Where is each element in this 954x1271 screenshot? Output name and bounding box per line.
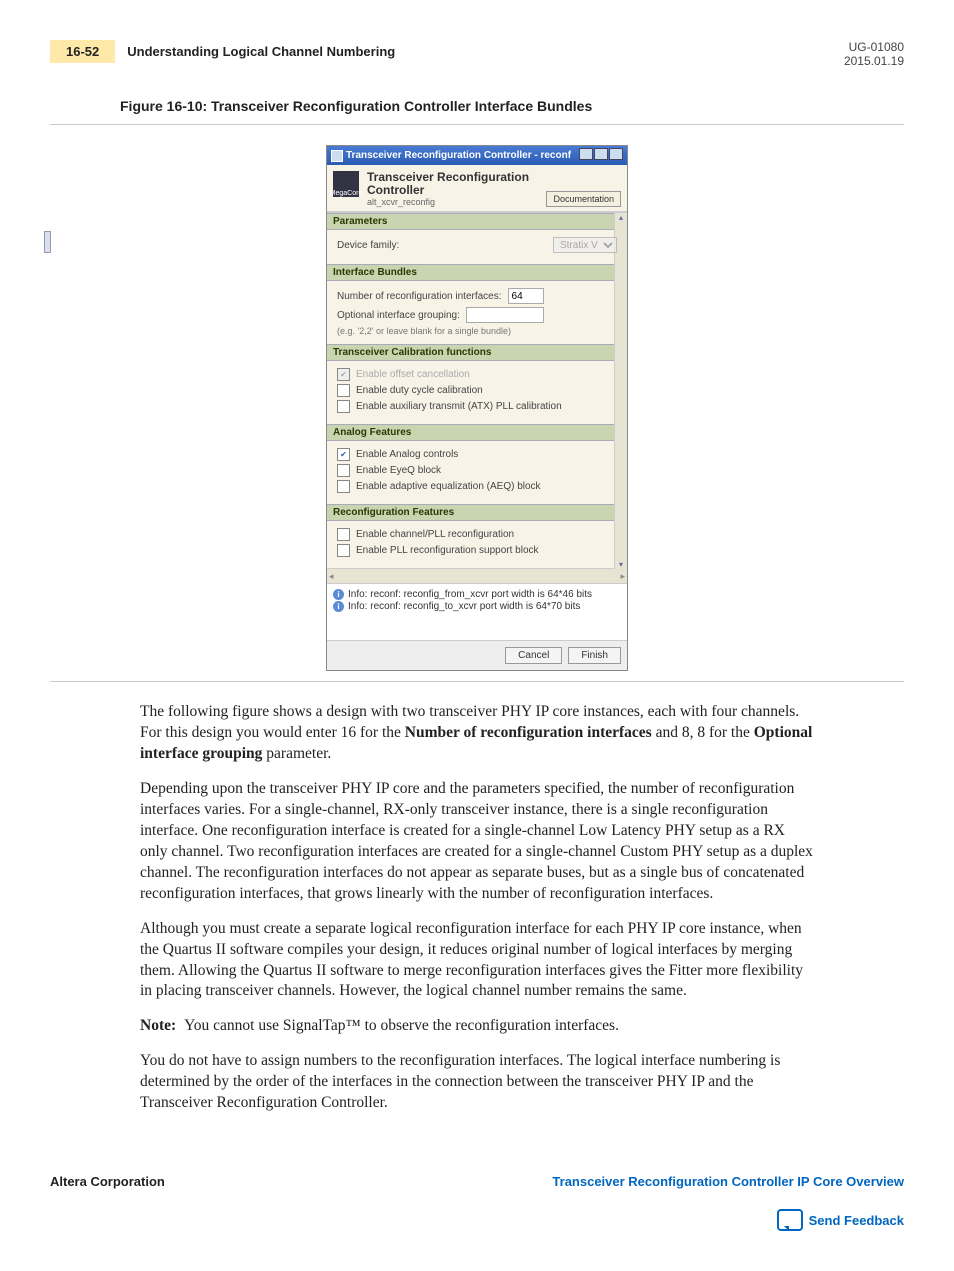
dropdown-icon[interactable]	[331, 150, 343, 162]
figure-caption: Figure 16-10: Transceiver Reconfiguratio…	[120, 98, 904, 114]
doc-id: UG-01080	[844, 40, 904, 54]
atx-pll-checkbox[interactable]	[337, 400, 350, 413]
group-header-analog: Analog Features	[327, 424, 627, 441]
separator	[50, 124, 904, 125]
maximize-icon[interactable]	[594, 148, 608, 160]
doc-date: 2015.01.19	[844, 54, 904, 68]
duty-cycle-label: Enable duty cycle calibration	[356, 385, 483, 396]
feedback-icon	[777, 1209, 803, 1231]
aeq-checkbox[interactable]	[337, 480, 350, 493]
collapse-handle-icon	[44, 231, 51, 253]
scroll-up-icon[interactable]: ▴	[619, 213, 623, 222]
group-header-interface-bundles: Interface Bundles	[327, 264, 627, 281]
text-run: parameter.	[262, 745, 331, 762]
duty-cycle-checkbox[interactable]	[337, 384, 350, 397]
paragraph-5: You do not have to assign numbers to the…	[140, 1051, 814, 1114]
info-line-1: Info: reconf: reconfig_from_xcvr port wi…	[348, 589, 592, 600]
atx-pll-label: Enable auxiliary transmit (ATX) PLL cali…	[356, 401, 562, 412]
num-reconfig-if-label: Number of reconfiguration interfaces:	[337, 291, 502, 302]
scroll-left-icon[interactable]: ◂	[329, 571, 334, 582]
text-run: and 8, 8 for the	[652, 724, 754, 741]
cancel-button[interactable]: Cancel	[505, 647, 562, 664]
aeq-label: Enable adaptive equalization (AEQ) block	[356, 481, 541, 492]
device-family-select[interactable]: Stratix V	[553, 237, 617, 253]
page-header: 16-52 Understanding Logical Channel Numb…	[50, 40, 904, 68]
offset-cancel-checkbox	[337, 368, 350, 381]
footer-chapter-link[interactable]: Transceiver Reconfiguration Controller I…	[552, 1174, 904, 1189]
section-title: Understanding Logical Channel Numbering	[127, 44, 395, 59]
bold-term: Number of reconfiguration interfaces	[405, 724, 652, 741]
note-label: Note:	[140, 1016, 176, 1037]
paragraph-3: Although you must create a separate logi…	[140, 919, 814, 1003]
info-panel: i Info: reconf: reconfig_from_xcvr port w…	[327, 583, 627, 640]
dialog-title-text: Transceiver Reconfiguration Controller -…	[346, 150, 571, 161]
megacore-logo-icon: MegaCore	[333, 171, 359, 197]
note-paragraph: Note: You cannot use SignalTap™ to obser…	[140, 1016, 814, 1037]
eyeq-checkbox[interactable]	[337, 464, 350, 477]
analog-controls-checkbox[interactable]	[337, 448, 350, 461]
grouping-hint: (e.g. '2,2' or leave blank for a single …	[337, 326, 617, 336]
minimize-icon[interactable]	[579, 148, 593, 160]
pll-support-checkbox[interactable]	[337, 544, 350, 557]
body-text: The following figure shows a design with…	[140, 702, 814, 1114]
feedback-label: Send Feedback	[809, 1213, 904, 1228]
send-feedback-link[interactable]: Send Feedback	[50, 1209, 904, 1231]
group-header-reconfig: Reconfiguration Features	[327, 504, 627, 521]
page-footer: Altera Corporation Transceiver Reconfigu…	[50, 1174, 904, 1189]
product-title: Transceiver Reconfiguration Controller	[367, 171, 538, 197]
offset-cancel-label: Enable offset cancellation	[356, 369, 470, 380]
eyeq-label: Enable EyeQ block	[356, 465, 441, 476]
page-number: 16-52	[50, 40, 115, 63]
footer-company: Altera Corporation	[50, 1174, 165, 1189]
paragraph-2: Depending upon the transceiver PHY IP co…	[140, 779, 814, 905]
optional-grouping-input[interactable]	[466, 307, 544, 323]
optional-grouping-label: Optional interface grouping:	[337, 310, 460, 321]
separator	[50, 681, 904, 682]
dialog-figure: Transceiver Reconfiguration Controller -…	[326, 145, 628, 671]
documentation-button[interactable]: Documentation	[546, 191, 621, 207]
scroll-down-icon[interactable]: ▾	[619, 560, 623, 569]
info-icon: i	[333, 589, 344, 600]
window-controls[interactable]	[578, 148, 623, 163]
num-reconfig-if-input[interactable]	[508, 288, 544, 304]
channel-pll-label: Enable channel/PLL reconfiguration	[356, 529, 514, 540]
paragraph-1: The following figure shows a design with…	[140, 702, 814, 765]
info-line-2: Info: reconf: reconfig_to_xcvr port widt…	[348, 601, 580, 612]
info-icon: i	[333, 601, 344, 612]
finish-button[interactable]: Finish	[568, 647, 621, 664]
horizontal-scrollbar[interactable]: ◂▸	[327, 568, 627, 583]
group-header-parameters: Parameters	[327, 213, 627, 230]
scroll-right-icon[interactable]: ▸	[620, 571, 625, 582]
close-icon[interactable]	[609, 148, 623, 160]
group-header-calibration: Transceiver Calibration functions	[327, 344, 627, 361]
dialog-titlebar: Transceiver Reconfiguration Controller -…	[327, 146, 627, 165]
pll-support-label: Enable PLL reconfiguration support block	[356, 545, 539, 556]
channel-pll-checkbox[interactable]	[337, 528, 350, 541]
product-subtitle: alt_xcvr_reconfig	[367, 197, 538, 207]
note-text: You cannot use SignalTap™ to observe the…	[184, 1016, 619, 1037]
analog-controls-label: Enable Analog controls	[356, 449, 458, 460]
device-family-label: Device family:	[337, 240, 399, 251]
vertical-scrollbar[interactable]: ▴▾	[614, 213, 627, 569]
